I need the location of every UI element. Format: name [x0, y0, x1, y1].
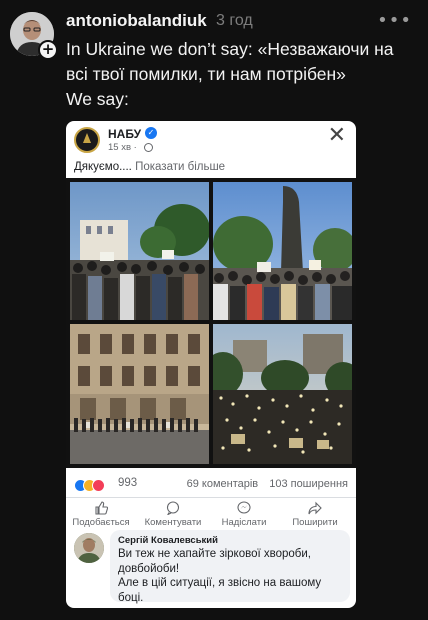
action-bar: Подобається Коментувати Надіслати Пошири…	[66, 497, 356, 533]
protest-photo-4	[213, 324, 352, 464]
share-arrow-icon	[308, 501, 322, 515]
caption-line: We say:	[66, 89, 129, 109]
fb-page-name: НАБУ	[108, 127, 142, 141]
photo-grid	[66, 178, 356, 468]
username[interactable]: antoniobalandiuk	[66, 11, 207, 31]
globe-icon	[144, 143, 153, 152]
commenter-portrait	[74, 533, 104, 563]
comment-line: боці.	[118, 591, 144, 604]
share-button[interactable]: Поширити	[284, 501, 346, 528]
messenger-icon	[237, 501, 251, 514]
send-label: Надіслати	[221, 517, 267, 528]
protest-photo-2	[213, 182, 352, 320]
show-more-link: Показати більше	[135, 161, 226, 173]
comment-label: Коментувати	[144, 517, 202, 528]
comment-line: Але в цій ситуації, я звісно на вашому	[118, 577, 322, 589]
comment-author[interactable]: Сергій Ковалевський	[118, 535, 342, 546]
share-label: Поширити	[292, 517, 338, 528]
thumbs-up-icon	[95, 501, 108, 515]
comment-button[interactable]: Коментувати	[138, 501, 208, 528]
reactions-summary[interactable]: 993	[74, 477, 137, 493]
like-button[interactable]: Подобається	[70, 501, 132, 528]
post-time: 3 год	[216, 12, 253, 29]
caption-line: всі твої помилки, ти нам потрібен»	[66, 64, 346, 84]
caption-line: In Ukraine we don’t say: «Незважаючи на	[66, 39, 394, 59]
commenter-avatar[interactable]	[74, 533, 104, 563]
send-button[interactable]: Надіслати	[216, 501, 272, 528]
fb-post-text: Дякуємо.... Показати більше	[74, 161, 225, 173]
protest-photo-1	[70, 182, 209, 320]
comment-text: Ви теж не хапайте зіркової хвороби, довб…	[118, 547, 342, 605]
protest-photo-3	[70, 324, 209, 464]
nabu-logo	[74, 127, 100, 153]
verified-badge-icon: ✓	[145, 127, 157, 139]
like-label: Подобається	[72, 517, 130, 528]
fb-post-body: Дякуємо....	[74, 161, 132, 173]
reaction-count: 993	[118, 477, 138, 489]
comment-bubble-icon	[166, 501, 180, 515]
comment-bubble[interactable]: Сергій Ковалевський Ви теж не хапайте зі…	[110, 530, 350, 605]
close-icon: ✕	[327, 123, 346, 148]
post-caption: In Ukraine we don’t say: «Незважаючи на …	[66, 37, 418, 112]
engagement-stats: 69 коментарів 103 поширення	[187, 478, 348, 490]
shares-count: 103 поширення	[269, 478, 348, 490]
love-reaction-icon	[92, 479, 105, 493]
comment-line: довбойоби!	[118, 562, 180, 575]
comments-count: 69 коментарів	[186, 478, 259, 490]
embedded-facebook-screenshot[interactable]: НАБУ ✓ 15 хв · ✕ Дякуємо.... Показати бі…	[66, 121, 356, 608]
follow-plus-icon[interactable]: +	[38, 40, 58, 60]
comment-line: Ви теж не хапайте зіркової хвороби,	[118, 548, 311, 560]
more-dots-icon[interactable]: •••	[377, 10, 412, 31]
fb-post-time: 15 хв ·	[108, 142, 137, 153]
threads-post: + antoniobalandiuk 3 год ••• In Ukraine …	[0, 0, 428, 620]
